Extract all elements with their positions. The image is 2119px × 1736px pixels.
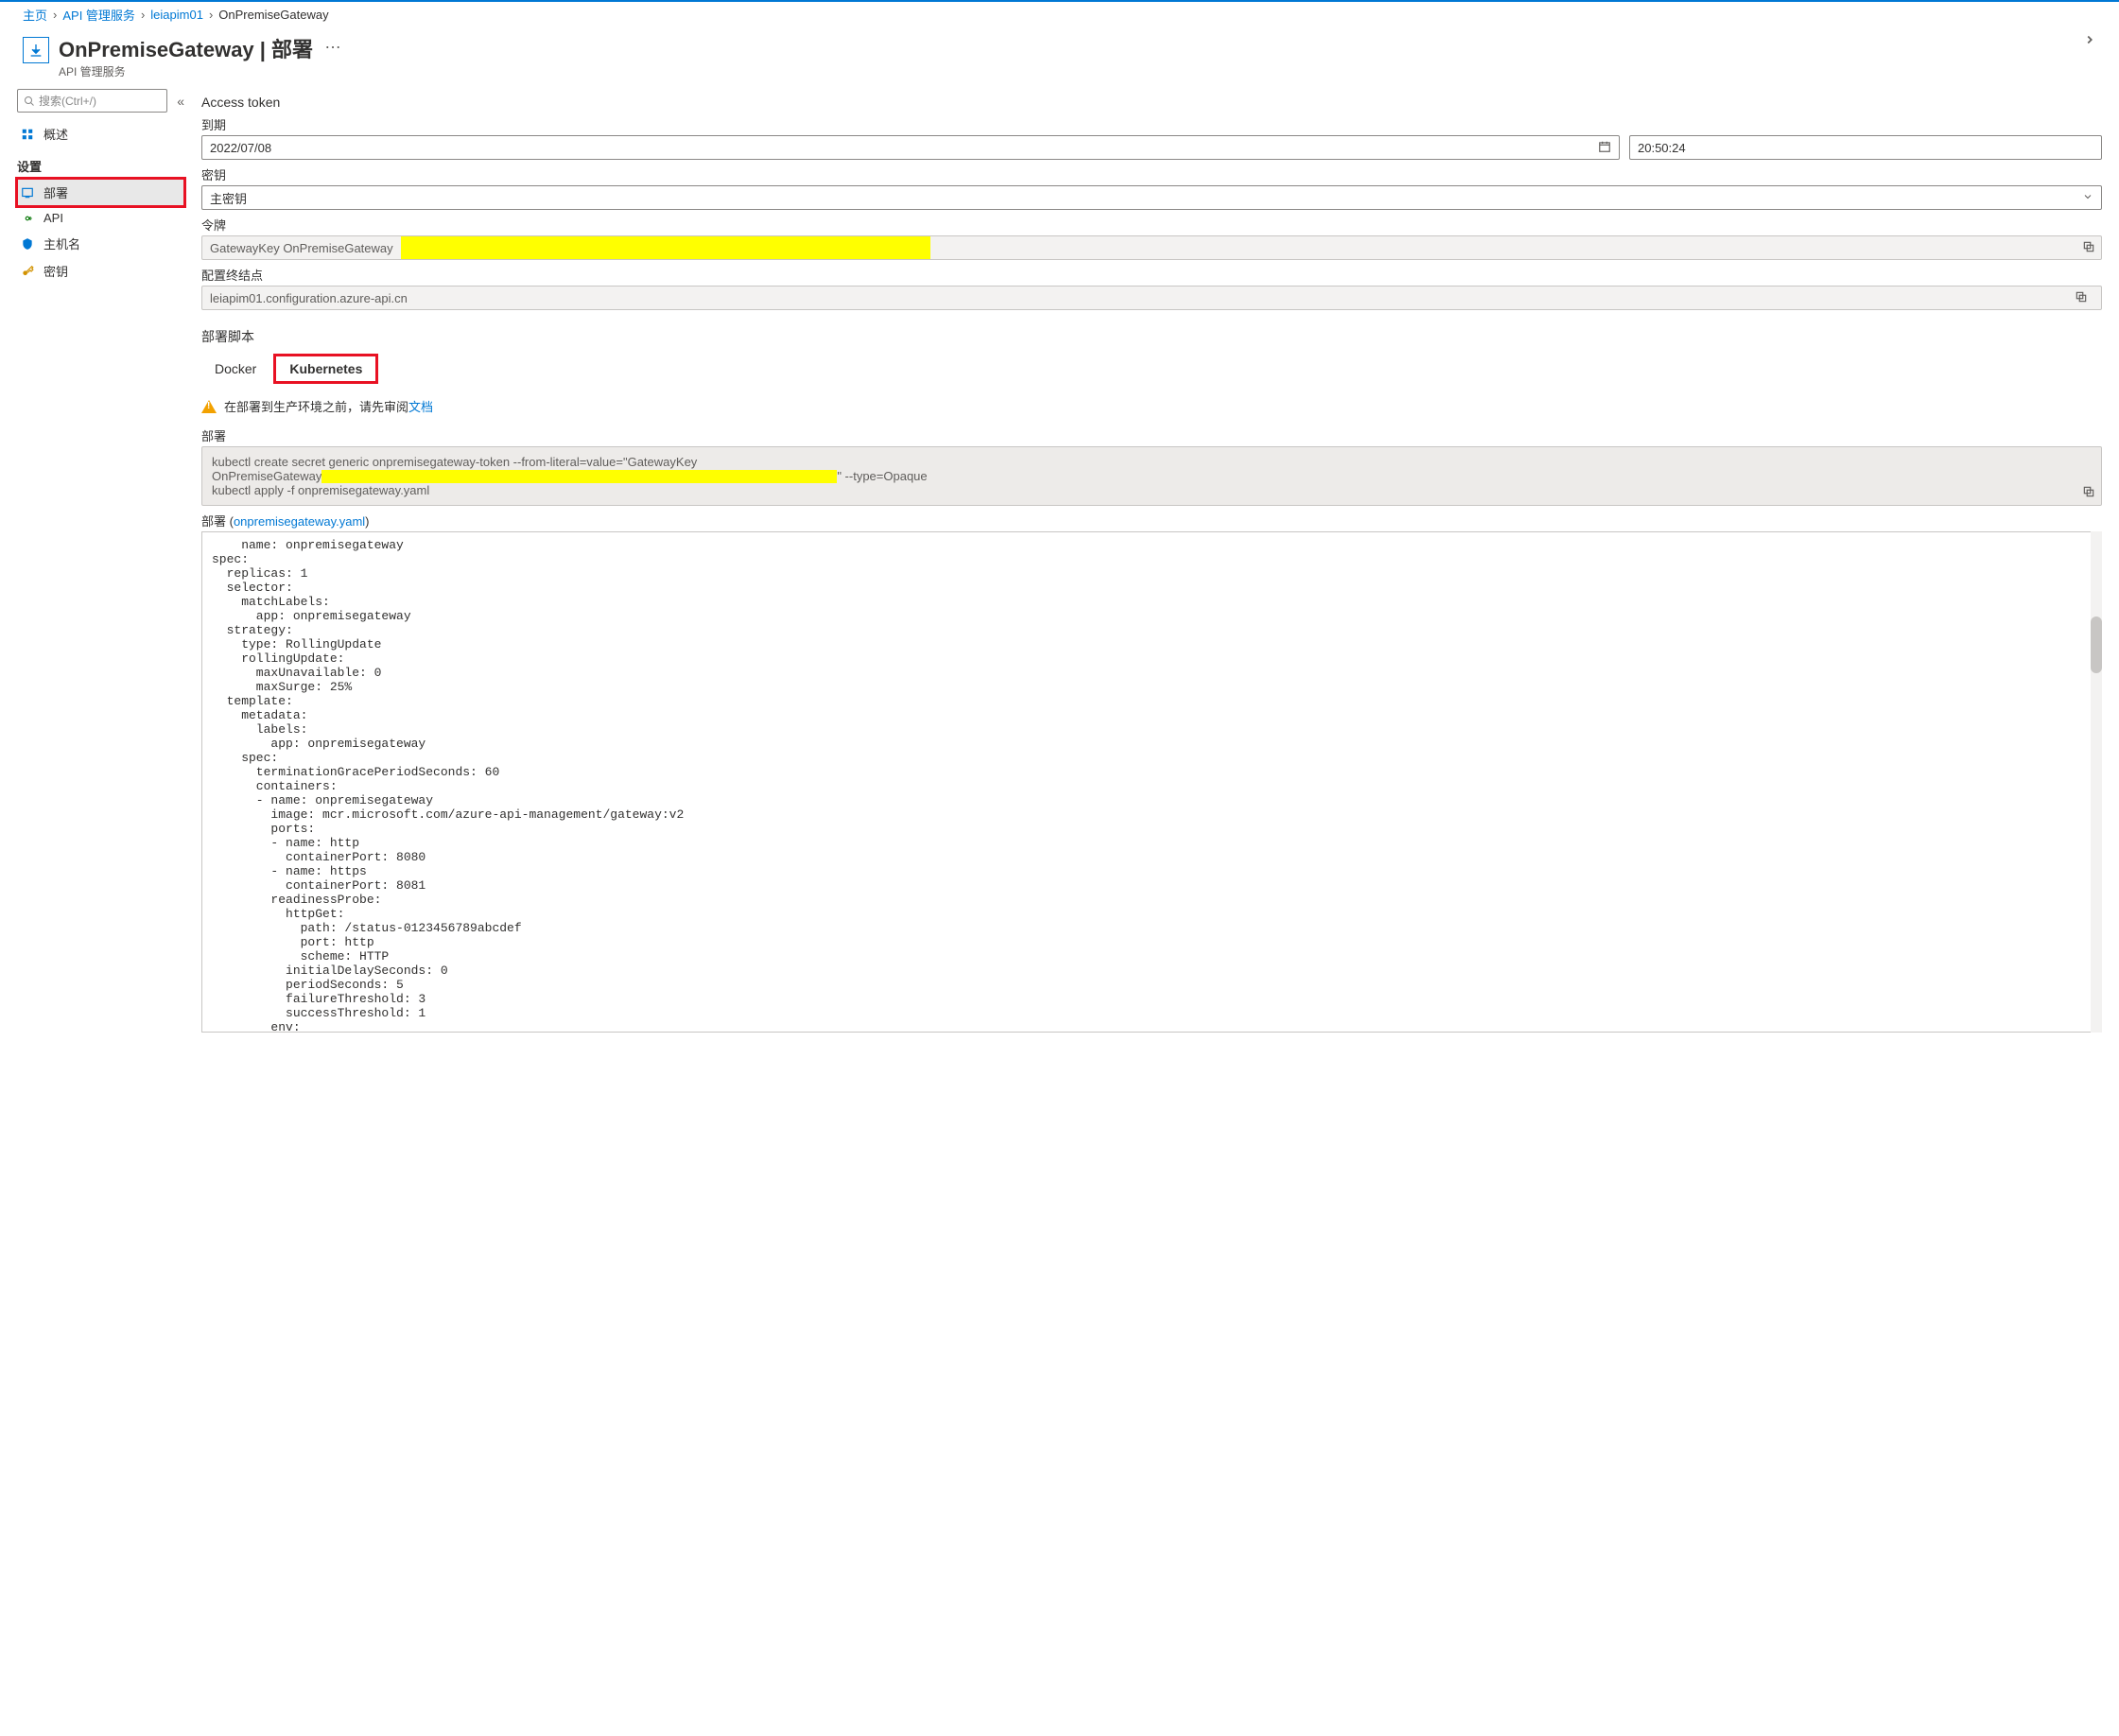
breadcrumb-sep: › bbox=[209, 8, 213, 22]
sidebar: 搜索(Ctrl+/) « 概述 设置 部署 API bbox=[0, 89, 184, 1061]
sidebar-item-label: API bbox=[43, 211, 63, 225]
deploy-scripts-heading: 部署脚本 bbox=[201, 327, 2102, 346]
cmd-redacted bbox=[321, 470, 837, 483]
copy-icon[interactable] bbox=[2082, 485, 2095, 501]
expand-button[interactable] bbox=[2083, 33, 2096, 49]
breadcrumb: 主页 › API 管理服务 › leiapim01 › OnPremiseGat… bbox=[0, 0, 2119, 27]
token-prefix: GatewayKey OnPremiseGateway bbox=[202, 237, 401, 259]
tab-docker[interactable]: Docker bbox=[201, 356, 269, 381]
chevron-down-icon bbox=[2082, 191, 2093, 205]
search-placeholder: 搜索(Ctrl+/) bbox=[39, 93, 96, 109]
expiry-time-input[interactable]: 20:50:24 bbox=[1629, 135, 2102, 160]
access-token-heading: Access token bbox=[201, 95, 2102, 110]
docs-link[interactable]: 文档 bbox=[408, 400, 433, 414]
copy-icon[interactable] bbox=[2076, 240, 2101, 256]
secret-select-value: 主密钥 bbox=[210, 189, 247, 207]
endpoint-label: 配置终结点 bbox=[201, 266, 2102, 284]
warning-text: 在部署到生产环境之前，请先审阅 bbox=[224, 400, 408, 414]
sidebar-item-api[interactable]: API bbox=[17, 206, 184, 230]
sidebar-item-label: 部署 bbox=[43, 183, 68, 201]
yaml-code-box[interactable]: name: onpremisegateway spec: replicas: 1… bbox=[201, 531, 2102, 1033]
yaml-scrollbar-thumb[interactable] bbox=[2091, 616, 2102, 673]
endpoint-field[interactable]: leiapim01.configuration.azure-api.cn bbox=[201, 286, 2102, 310]
breadcrumb-service[interactable]: API 管理服务 bbox=[62, 6, 135, 24]
cmd-line-2a: OnPremiseGateway bbox=[212, 469, 321, 483]
breadcrumb-sep: › bbox=[141, 8, 145, 22]
copy-icon[interactable] bbox=[2069, 290, 2093, 306]
page-subtitle: API 管理服务 bbox=[59, 63, 313, 79]
cmd-line-1: kubectl create secret generic onpremiseg… bbox=[212, 455, 697, 469]
sidebar-item-secret[interactable]: 密钥 bbox=[17, 257, 184, 285]
cmd-line-2b: " --type=Opaque bbox=[837, 469, 927, 483]
breadcrumb-sep: › bbox=[53, 8, 57, 22]
deploy-label: 部署 bbox=[201, 426, 2102, 444]
overview-icon bbox=[19, 128, 36, 141]
shield-icon bbox=[19, 237, 36, 251]
token-label: 令牌 bbox=[201, 216, 2102, 234]
token-field[interactable]: GatewayKey OnPremiseGateway bbox=[201, 235, 2102, 260]
search-input[interactable]: 搜索(Ctrl+/) bbox=[17, 89, 167, 113]
yaml-content: name: onpremisegateway spec: replicas: 1… bbox=[212, 538, 684, 1033]
sidebar-item-deploy[interactable]: 部署 bbox=[17, 179, 184, 206]
expiry-label: 到期 bbox=[201, 115, 2102, 133]
deploy-command-box[interactable]: kubectl create secret generic onpremiseg… bbox=[201, 446, 2102, 506]
warning-icon bbox=[201, 400, 217, 413]
yaml-header: 部署 (onpremisegateway.yaml) bbox=[201, 512, 2102, 529]
secret-select[interactable]: 主密钥 bbox=[201, 185, 2102, 210]
more-button[interactable]: … bbox=[324, 33, 341, 53]
endpoint-value: leiapim01.configuration.azure-api.cn bbox=[210, 291, 408, 305]
breadcrumb-home[interactable]: 主页 bbox=[23, 6, 47, 24]
yaml-scrollbar-track[interactable] bbox=[2091, 531, 2102, 1033]
sidebar-item-label: 主机名 bbox=[43, 234, 80, 252]
cmd-line-3: kubectl apply -f onpremisegateway.yaml bbox=[212, 483, 429, 497]
expiry-date-input[interactable]: 2022/07/08 bbox=[201, 135, 1620, 160]
gateway-icon bbox=[23, 37, 49, 63]
secret-label: 密钥 bbox=[201, 165, 2102, 183]
script-tabs: Docker Kubernetes bbox=[201, 354, 2102, 384]
sidebar-item-hostname[interactable]: 主机名 bbox=[17, 230, 184, 257]
deploy-icon bbox=[19, 186, 36, 200]
breadcrumb-current: OnPremiseGateway bbox=[218, 8, 328, 22]
collapse-sidebar-icon[interactable]: « bbox=[177, 94, 184, 109]
breadcrumb-instance[interactable]: leiapim01 bbox=[150, 8, 203, 22]
sidebar-item-label: 密钥 bbox=[43, 262, 68, 280]
page-title: OnPremiseGateway | 部署 bbox=[59, 33, 313, 63]
main-content: Access token 到期 2022/07/08 20:50:24 密钥 主… bbox=[184, 89, 2119, 1061]
warning-banner: 在部署到生产环境之前，请先审阅文档 bbox=[201, 397, 2102, 415]
calendar-icon[interactable] bbox=[1598, 140, 1611, 156]
tab-kubernetes[interactable]: Kubernetes bbox=[273, 354, 378, 384]
page-header: OnPremiseGateway | 部署 API 管理服务 … bbox=[0, 27, 2119, 89]
sidebar-item-label: 概述 bbox=[43, 125, 68, 143]
token-redacted bbox=[401, 236, 930, 259]
yaml-filename-link[interactable]: onpremisegateway.yaml bbox=[234, 514, 365, 529]
sidebar-item-overview[interactable]: 概述 bbox=[17, 120, 184, 148]
expiry-time-value: 20:50:24 bbox=[1638, 141, 1686, 155]
api-icon bbox=[19, 212, 36, 225]
expiry-date-value: 2022/07/08 bbox=[210, 141, 271, 155]
key-icon bbox=[19, 265, 36, 278]
sidebar-section-settings: 设置 bbox=[17, 157, 184, 175]
